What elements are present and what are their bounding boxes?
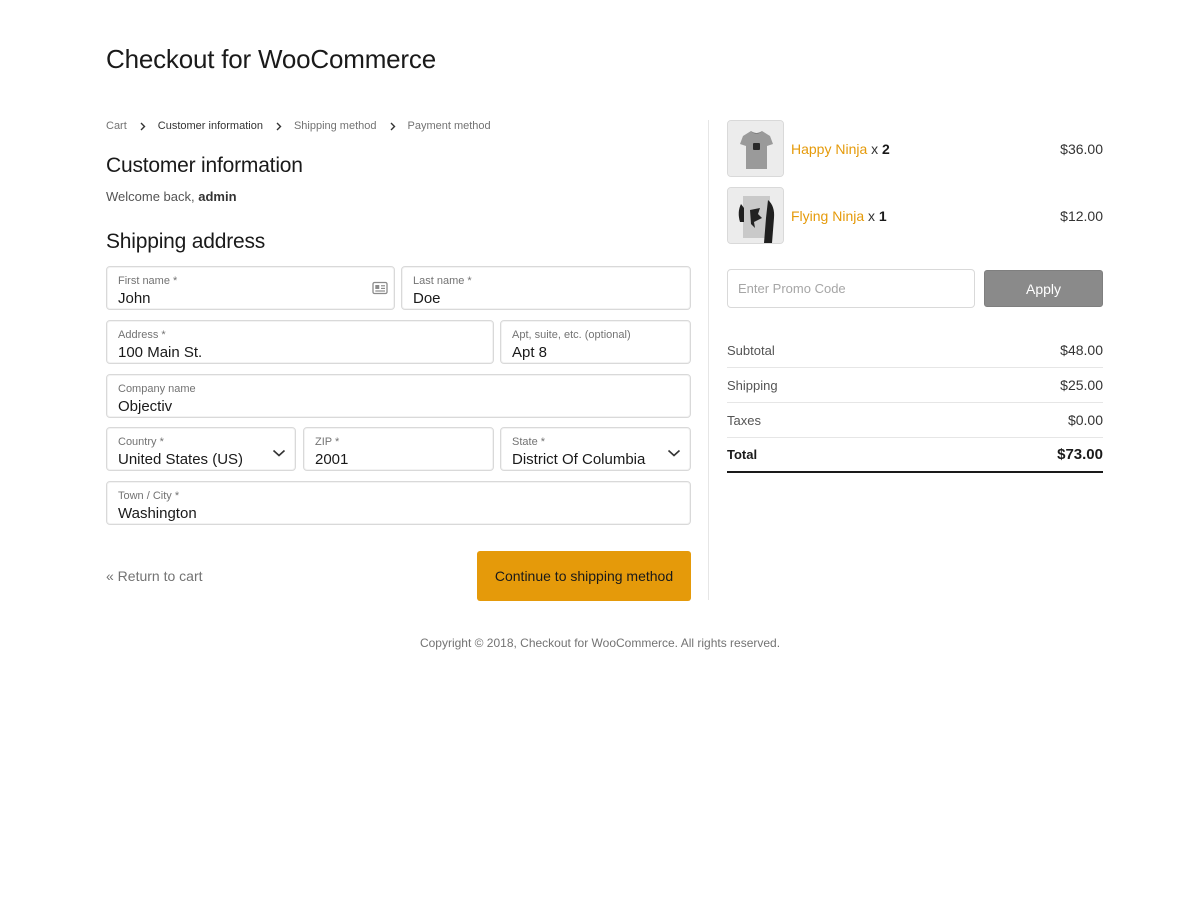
product-name[interactable]: Flying Ninja xyxy=(791,208,864,224)
breadcrumb-shipping-method: Shipping method xyxy=(293,120,377,132)
cart-item: Flying Ninja x 1 $12.00 xyxy=(727,187,1103,245)
apt-label: Apt, suite, etc. (optional) xyxy=(512,329,631,341)
product-thumbnail xyxy=(727,120,784,177)
zip-label: ZIP * xyxy=(315,436,340,448)
breadcrumb: Cart Customer information Shipping metho… xyxy=(106,118,691,134)
chevron-down-icon[interactable] xyxy=(272,445,286,457)
chevron-right-icon xyxy=(273,121,284,132)
breadcrumb-customer-information: Customer information xyxy=(157,120,263,132)
promo-code-input[interactable] xyxy=(727,269,975,308)
shipping-label: Shipping xyxy=(727,377,778,393)
chevron-right-icon xyxy=(387,121,398,132)
last-name-field[interactable]: Last name * Doe xyxy=(401,266,691,310)
customer-information-heading: Customer information xyxy=(106,154,303,177)
address-value[interactable]: 100 Main St. xyxy=(118,344,202,361)
return-to-cart-link[interactable]: « Return to cart xyxy=(106,568,203,584)
company-label: Company name xyxy=(118,383,196,395)
address-field[interactable]: Address * 100 Main St. xyxy=(106,320,494,364)
site-title: Checkout for WooCommerce xyxy=(106,44,436,74)
cart-item: Happy Ninja x 2 $36.00 xyxy=(727,120,1103,178)
zip-field[interactable]: ZIP * 2001 xyxy=(303,427,494,471)
first-name-label: First name * xyxy=(118,275,178,287)
product-name[interactable]: Happy Ninja xyxy=(791,141,867,157)
product-name-link[interactable]: Flying Ninja x 1 xyxy=(791,208,887,224)
breadcrumb-payment-method: Payment method xyxy=(407,120,491,132)
total-row: Total $73.00 xyxy=(727,438,1103,473)
city-value[interactable]: Washington xyxy=(118,505,197,522)
product-thumbnail xyxy=(727,187,784,244)
shipping-row: Shipping $25.00 xyxy=(727,368,1103,403)
chevron-right-icon xyxy=(137,121,148,132)
zip-value[interactable]: 2001 xyxy=(315,451,348,468)
footer-copyright: Copyright © 2018, Checkout for WooCommer… xyxy=(0,636,1200,650)
copyright-text: Copyright © 2018, Checkout for WooCommer… xyxy=(419,636,679,650)
country-value[interactable]: United States (US) xyxy=(118,451,243,468)
apt-field[interactable]: Apt, suite, etc. (optional) Apt 8 xyxy=(500,320,691,364)
total-label: Total xyxy=(727,447,758,462)
last-name-value[interactable]: Doe xyxy=(413,290,441,307)
first-name-field[interactable]: First name * John xyxy=(106,266,395,310)
chevron-down-icon[interactable] xyxy=(667,445,681,457)
company-field[interactable]: Company name Objectiv xyxy=(106,374,691,418)
address-label: Address * xyxy=(118,329,166,341)
welcome-prefix: Welcome back, xyxy=(106,189,195,204)
shipping-address-heading: Shipping address xyxy=(106,230,266,253)
company-value[interactable]: Objectiv xyxy=(118,398,172,415)
welcome-message: Welcome back, admin xyxy=(106,189,237,204)
state-value[interactable]: District Of Columbia xyxy=(512,451,645,468)
column-divider xyxy=(708,120,709,600)
first-name-value[interactable]: John xyxy=(118,290,151,307)
taxes-label: Taxes xyxy=(727,412,761,428)
order-totals: Subtotal $48.00 Shipping $25.00 Taxes $0… xyxy=(727,333,1103,473)
product-quantity: x 1 xyxy=(868,208,887,224)
total-value: $73.00 xyxy=(1057,446,1103,463)
product-name-link[interactable]: Happy Ninja x 2 xyxy=(791,141,890,157)
subtotal-label: Subtotal xyxy=(727,342,775,358)
welcome-username: admin xyxy=(198,189,237,204)
product-price: $12.00 xyxy=(1060,208,1103,224)
checkout-form: Cart Customer information Shipping metho… xyxy=(106,118,691,601)
subtotal-value: $48.00 xyxy=(1060,342,1103,358)
continue-to-shipping-button[interactable]: Continue to shipping method xyxy=(477,551,691,601)
shipping-value: $25.00 xyxy=(1060,377,1103,393)
city-label: Town / City * xyxy=(118,490,180,502)
breadcrumb-cart[interactable]: Cart xyxy=(106,120,127,132)
country-select[interactable]: Country * United States (US) xyxy=(106,427,296,471)
city-field[interactable]: Town / City * Washington xyxy=(106,481,691,525)
product-price: $36.00 xyxy=(1060,141,1103,157)
apply-promo-button[interactable]: Apply xyxy=(984,270,1103,307)
product-quantity: x 2 xyxy=(871,141,890,157)
taxes-row: Taxes $0.00 xyxy=(727,403,1103,438)
rights-text: All rights reserved. xyxy=(680,636,781,650)
state-select[interactable]: State * District Of Columbia xyxy=(500,427,691,471)
apt-value[interactable]: Apt 8 xyxy=(512,344,547,361)
contact-card-icon[interactable] xyxy=(372,281,388,295)
last-name-label: Last name * xyxy=(413,275,472,287)
state-label: State * xyxy=(512,436,546,448)
country-label: Country * xyxy=(118,436,164,448)
subtotal-row: Subtotal $48.00 xyxy=(727,333,1103,368)
taxes-value: $0.00 xyxy=(1067,412,1103,428)
